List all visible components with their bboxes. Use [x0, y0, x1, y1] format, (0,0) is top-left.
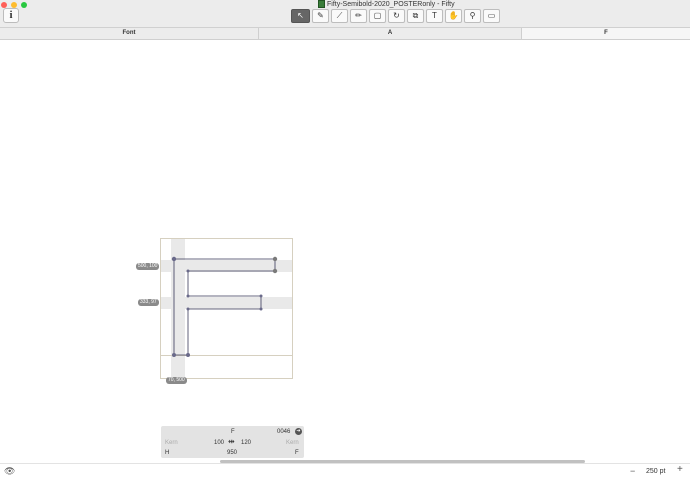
- pointer-icon[interactable]: ↖: [291, 9, 310, 23]
- middle-arm-band: [161, 297, 292, 309]
- unicode-value: 0046: [277, 429, 291, 435]
- text-icon[interactable]: T: [426, 9, 443, 23]
- column-font[interactable]: Font: [0, 28, 259, 39]
- left-sidebearing-field[interactable]: 100: [214, 439, 224, 447]
- window-title: Fifty-Semibold-2020_POSTERonly - Fifty: [318, 0, 455, 9]
- title-bar: i Fifty-Semibold-2020_POSTERonly - Fifty…: [0, 0, 690, 28]
- scale-icon[interactable]: ⧉: [407, 9, 424, 23]
- zoom-icon[interactable]: ⚲: [464, 9, 481, 23]
- baseline-guide: [161, 355, 292, 356]
- info-button[interactable]: i: [3, 8, 19, 23]
- coordinate-badge-top: 500, 100: [136, 263, 160, 270]
- top-arm-band: [161, 260, 292, 272]
- right-kern-label: Kern: [286, 440, 299, 446]
- measure-icon[interactable]: ▭: [483, 9, 500, 23]
- pen-icon[interactable]: ✎: [312, 9, 329, 23]
- hand-icon[interactable]: ✋: [445, 9, 462, 23]
- left-kerning-group-field[interactable]: H: [165, 449, 169, 457]
- glyph-name: F: [231, 429, 235, 435]
- glyph-info-panel: F 0046 ➜ Kern 100 ⇹ 120 Kern H 950 F: [161, 426, 304, 458]
- left-kern-label: Kern: [165, 440, 178, 446]
- brush-icon[interactable]: ⟋: [331, 9, 348, 23]
- column-a[interactable]: A: [259, 28, 522, 39]
- right-sidebearing-field[interactable]: 120: [241, 439, 251, 447]
- tool-palette: ↖ ✎ ⟋ ✏ ▢ ↻ ⧉ T ✋ ⚲ ▭: [291, 9, 500, 23]
- document-icon: [318, 0, 325, 9]
- width-link-icon[interactable]: ⇹: [228, 438, 235, 446]
- glyph-outline: [171, 256, 278, 357]
- rotate-icon[interactable]: ↻: [388, 9, 405, 23]
- column-f[interactable]: F: [522, 28, 690, 39]
- rectangle-icon[interactable]: ▢: [369, 9, 386, 23]
- coordinate-badge-middle: 333, 97: [138, 299, 159, 306]
- arrow-right-icon[interactable]: ➜: [295, 428, 302, 435]
- status-bar: 👁 − 250 pt +: [0, 463, 690, 479]
- right-kerning-group-field[interactable]: F: [295, 449, 299, 457]
- window-title-text: Fifty-Semibold-2020_POSTERonly - Fifty: [327, 1, 455, 8]
- eye-icon[interactable]: 👁: [4, 466, 15, 476]
- zoom-window-button[interactable]: [21, 2, 27, 8]
- pencil-icon[interactable]: ✏: [350, 9, 367, 23]
- zoom-level[interactable]: 250 pt: [646, 468, 665, 476]
- column-header: Font A F: [0, 28, 690, 40]
- advance-width-field[interactable]: 950: [227, 449, 237, 457]
- zoom-out-button[interactable]: −: [630, 466, 635, 476]
- glyph-metrics-box[interactable]: [160, 238, 293, 379]
- coordinate-badge-bottom: 70, 500: [166, 377, 187, 384]
- zoom-in-button[interactable]: +: [677, 465, 683, 475]
